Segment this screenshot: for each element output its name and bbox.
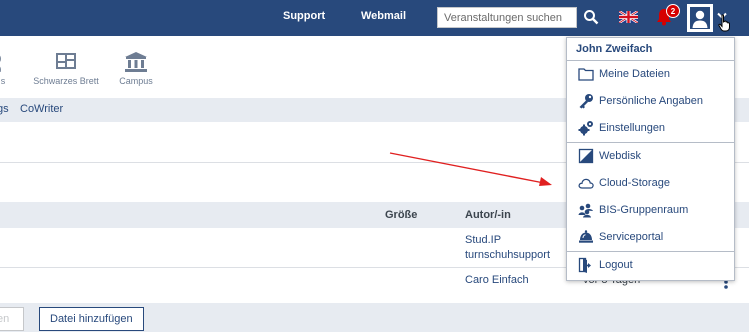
menu-item-serviceportal[interactable]: Serviceportal — [567, 224, 734, 250]
top-bar: Support Webmail Veranstaltungen suchen 2 — [0, 0, 749, 36]
menu-item-label: Logout — [599, 259, 633, 271]
building-icon — [116, 52, 156, 72]
menu-item-bis-gruppenraum[interactable]: BIS-Gruppenraum — [567, 197, 734, 223]
gears-icon — [578, 120, 594, 136]
user-name: John Zweifach — [576, 43, 653, 55]
webmail-link[interactable]: Webmail — [361, 10, 406, 22]
nav-item-label: s — [0, 76, 6, 86]
column-header-size[interactable]: Größe — [385, 209, 417, 221]
uk-flag-icon[interactable] — [618, 9, 639, 25]
notification-badge[interactable]: 2 — [666, 4, 680, 18]
cloud-icon — [578, 175, 594, 191]
author-name-line2[interactable]: turnschuhsupport — [465, 249, 550, 261]
menu-item-einstellungen[interactable]: Einstellungen — [567, 115, 734, 141]
menu-item-label: Cloud-Storage — [599, 177, 670, 189]
annotation-arrow-icon — [388, 150, 554, 191]
group-icon — [578, 202, 594, 218]
webdisk-icon — [578, 148, 594, 164]
menu-item-webdisk[interactable]: Webdisk — [567, 143, 734, 169]
menu-item-label: Serviceportal — [599, 231, 664, 243]
search-input[interactable]: Veranstaltungen suchen — [437, 7, 577, 28]
tab-cowriter[interactable]: CoWriter — [20, 103, 63, 115]
menu-item-label: Persönliche Angaben — [599, 95, 703, 107]
mouse-pointer-icon — [718, 14, 732, 35]
nav-item-label: Schwarzes Brett — [33, 76, 99, 86]
service-portal-icon — [578, 229, 594, 245]
partial-icon — [0, 52, 10, 72]
add-file-button-label: Datei hinzufügen — [50, 313, 133, 325]
avatar-icon[interactable] — [687, 4, 713, 32]
support-link[interactable]: Support — [283, 10, 325, 22]
add-file-button[interactable]: Datei hinzufügen — [39, 307, 144, 331]
menu-item-cloud-storage[interactable]: Cloud-Storage — [567, 170, 734, 196]
bulletin-board-icon — [28, 52, 104, 72]
menu-item-label: Meine Dateien — [599, 68, 670, 80]
author-name[interactable]: Stud.IP — [465, 234, 501, 246]
author-name[interactable]: Caro Einfach — [465, 274, 529, 286]
menu-item-label: BIS-Gruppenraum — [599, 204, 689, 216]
nav-item-partial[interactable]: s — [0, 52, 10, 86]
column-header-author[interactable]: Autor/-in — [465, 209, 511, 221]
key-icon — [578, 93, 594, 109]
partial-button[interactable]: en — [0, 307, 24, 331]
partial-button-label: en — [0, 313, 10, 325]
menu-item-label: Webdisk — [599, 150, 641, 162]
tab-partial[interactable]: gs — [0, 103, 9, 115]
search-icon[interactable] — [583, 9, 599, 28]
folder-icon — [578, 66, 594, 82]
nav-item-label: Campus — [119, 76, 153, 86]
menu-item-logout[interactable]: Logout — [567, 252, 734, 278]
nav-item-schwarzes-brett[interactable]: Schwarzes Brett — [28, 52, 104, 86]
menu-item-label: Einstellungen — [599, 122, 666, 134]
search-placeholder: Veranstaltungen suchen — [444, 12, 563, 24]
menu-item-persoenliche-angaben[interactable]: Persönliche Angaben — [567, 88, 734, 114]
user-menu: John Zweifach Meine Dateien Persönliche … — [566, 37, 735, 281]
menu-item-meine-dateien[interactable]: Meine Dateien — [567, 61, 734, 87]
logout-icon — [578, 257, 594, 273]
nav-item-campus[interactable]: Campus — [116, 52, 156, 86]
